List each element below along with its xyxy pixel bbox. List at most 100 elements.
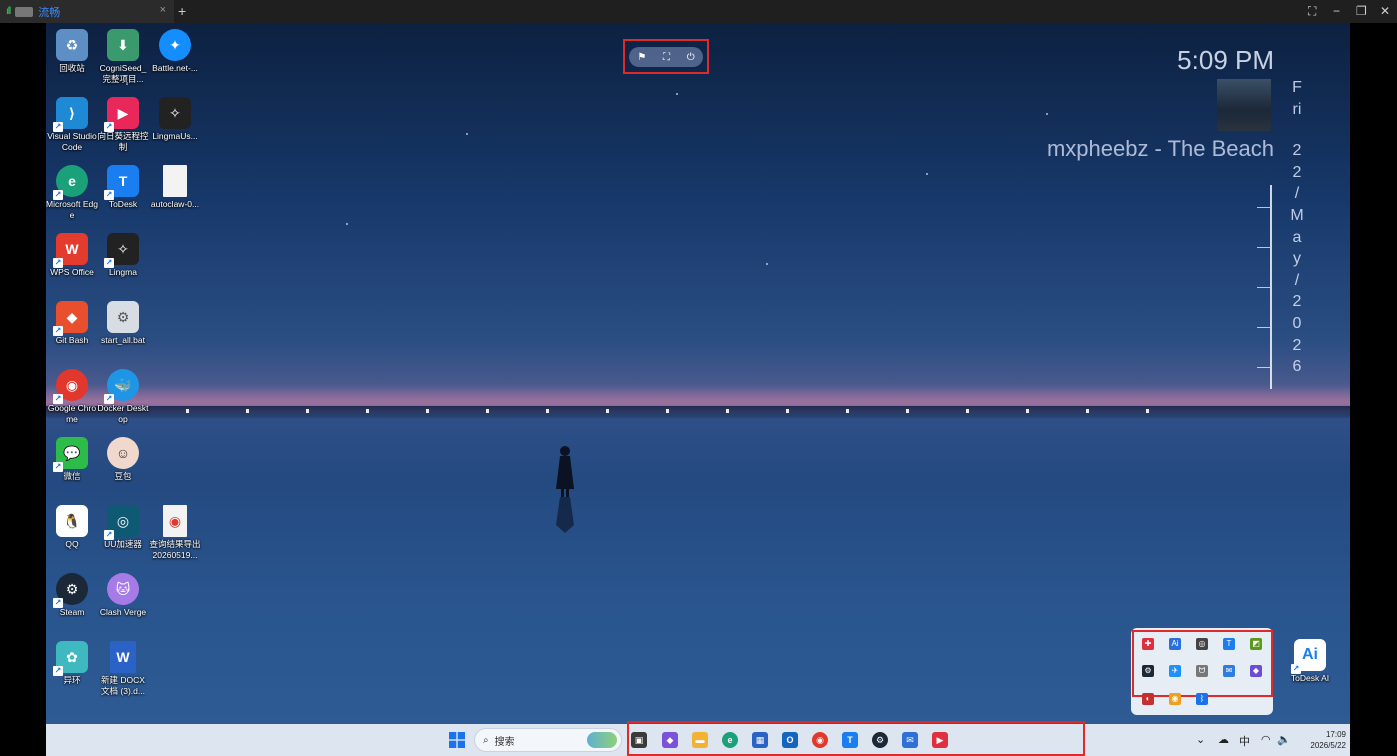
desktop-icon-uu[interactable]: ◎ ↗ UU加速器 [96,505,150,550]
desktop-icon-start-all-bat[interactable]: ⚙ start_all.bat [96,301,150,346]
desktop-icon-todesk-ai[interactable]: Ai ↗ ToDesk AI [1283,639,1337,684]
taskbar-clock[interactable]: 17:09 2026/5/22 [1310,729,1346,751]
desktop-icon-cogniseed[interactable]: ⬇ CogniSeed_完整项目... [96,29,150,85]
fullscreen-toggle-icon[interactable]: ⛶ [663,52,670,63]
minimize-icon[interactable]: − [1333,4,1340,18]
desktop-icon-battlenet[interactable]: ✦ Battle.net-... [148,29,202,74]
desktop-icon-lingmaus[interactable]: ✧ LingmaUs... [148,97,202,142]
vscode-glyph: ⟩ [68,104,76,121]
icon-label: 向日葵远程控制 [97,131,149,152]
steam-icon[interactable]: ⚙ [872,732,888,748]
power-icon[interactable]: ⏻ [687,52,695,63]
sunlogin-icon[interactable]: ▶ [932,732,948,748]
chrome-tray-icon[interactable]: ◉ [1169,693,1181,705]
desktop-icon-docx[interactable]: W 新建 DOCX 文档 (3).d... [96,641,150,697]
wechat-tray-icon[interactable]: ◐ [1142,693,1154,705]
qq-mail-icon[interactable]: ✉ [902,732,918,748]
search-highlight-art [587,732,617,748]
desktop-icon-lingma[interactable]: ✧ ↗ Lingma [96,233,150,278]
sunlogin-tray-icon[interactable]: ✚ [1142,638,1154,650]
fullscreen-icon[interactable]: ⛶ [1308,4,1316,19]
desktop-icon-recycle-bin[interactable]: ♻ 回收站 [46,29,99,74]
qq-icon: 🐧 [56,505,88,537]
desktop-icon-doubao[interactable]: ☺ 豆包 [96,437,150,482]
doubao-icon: ☺ [107,437,139,469]
tab-close-icon[interactable]: × [160,4,166,16]
lingma-tray-icon[interactable]: ◎ [1196,638,1208,650]
floating-toolbar-highlight: ⚑ ⛶ ⏻ [623,39,709,74]
task-view-icon[interactable]: ▣ [631,732,647,748]
icon-label: Lingma [109,267,137,277]
edge-icon[interactable]: e [722,732,738,748]
taskbar-search[interactable]: ⌕ 搜索 [474,728,622,752]
desktop-icon-steam[interactable]: ⚙ ↗ Steam [46,573,99,618]
feishu-tray-icon[interactable]: ✈ [1169,665,1181,677]
desktop-icon-docker[interactable]: 🐳 ↗ Docker Desktop [96,369,150,425]
date-char: 2 [1292,163,1302,181]
ime-indicator[interactable]: 中 [1239,733,1250,749]
pointer-mode-icon[interactable]: ⚑ [637,52,646,63]
star [466,133,468,135]
desktop-icon-wechat[interactable]: 💬 ↗ 微信 [46,437,99,482]
desktop-icon-vscode[interactable]: ⟩ ↗ Visual Studio Code [46,97,99,153]
search-placeholder: 搜索 [494,736,515,748]
desktop-icon-todesk[interactable]: T ↗ ToDesk [96,165,150,210]
floating-toolbar: ⚑ ⛶ ⏻ [629,47,703,67]
onedrive-icon[interactable]: ☁ [1218,733,1229,746]
qq-tray-icon[interactable]: ✉ [1223,665,1235,677]
session-tab[interactable]: ıll 流畅 × [0,0,174,23]
todesk-ai-tray-icon[interactable]: Ai [1169,638,1181,650]
cat-tray-icon[interactable]: ᗢ [1196,665,1208,677]
sunlogin-glyph: ▶ [117,104,129,121]
desktop-icon-clash-verge[interactable]: 🐱 Clash Verge [96,573,150,618]
widget-scale-line [1270,185,1272,389]
chrome-icon[interactable]: ◉ [812,732,828,748]
desktop-icon-autoclaw[interactable]: autoclaw-0... [148,165,202,210]
copilot-tray-icon[interactable]: ◆ [1250,665,1262,677]
store-icon[interactable]: ▦ [752,732,768,748]
remote-desktop[interactable]: ♻ 回收站 ⬇ CogniSeed_完整项目... ✦ Battle.net-.… [46,23,1350,724]
new-tab-button[interactable]: + [178,3,186,19]
windows-start-icon[interactable] [449,732,465,748]
git-bash-icon: ◆ ↗ [53,301,88,336]
desktop-icon-query-export[interactable]: ◉ 查询结果导出20260519... [148,505,202,561]
restore-icon[interactable]: ❐ [1356,4,1367,18]
shortcut-arrow-icon: ↗ [53,190,63,200]
desktop-icon-qq[interactable]: 🐧 QQ [46,505,99,550]
todesk-tray-icon[interactable]: T [1223,638,1235,650]
wifi-icon[interactable]: ◠ [1261,733,1271,746]
shortcut-arrow-icon: ↗ [1291,664,1301,674]
todesk-icon: T ↗ [104,165,139,200]
date-char: 2 [1292,142,1302,160]
desktop-icon-edge[interactable]: e ↗ Microsoft Edge [46,165,99,221]
tray-chevron-icon[interactable]: ⌄ [1196,733,1205,746]
taskbar: ⌕ 搜索 ▣ ◆ ▬ e ▦ O ◉ T ⚙ ✉ ▶ ⌄ ☁ 中 ◠ 🔈 17:… [46,721,1350,756]
word-document-icon: W [110,641,136,673]
date-char: / [1294,185,1300,203]
desktop-icon-wps[interactable]: W ↗ WPS Office [46,233,99,278]
scale-tick [1257,207,1270,208]
file-explorer-icon[interactable]: ▬ [692,732,708,748]
date-char: F [1292,79,1302,96]
desktop-icon-yihuan[interactable]: ✿ ↗ 异环 [46,641,99,686]
lingma-glyph: ✧ [117,240,129,257]
close-window-icon[interactable]: ✕ [1380,4,1390,18]
nvidia-tray-icon[interactable]: ◩ [1250,638,1262,650]
bluetooth-tray-icon[interactable]: ᛒ [1196,693,1208,705]
desktop-icon-git-bash[interactable]: ◆ ↗ Git Bash [46,301,99,346]
todesk-icon[interactable]: T [842,732,858,748]
outlook-icon[interactable]: O [782,732,798,748]
icon-label: Google Chrome [47,403,97,424]
todesk-glyph: T [118,173,128,189]
date-char: M [1290,206,1304,224]
steam-tray-icon[interactable]: ⚙ [1142,665,1154,677]
icon-label: WPS Office [50,267,94,277]
star [926,173,928,175]
uu-glyph: ◎ [116,512,130,529]
copilot-icon[interactable]: ◆ [662,732,678,748]
left-letterbox [0,23,46,756]
desktop-icon-chrome[interactable]: ◉ ↗ Google Chrome [46,369,99,425]
volume-icon[interactable]: 🔈 [1277,733,1291,746]
wps-icon: W ↗ [53,233,88,268]
desktop-icon-sunlogin[interactable]: ▶ ↗ 向日葵远程控制 [96,97,150,153]
